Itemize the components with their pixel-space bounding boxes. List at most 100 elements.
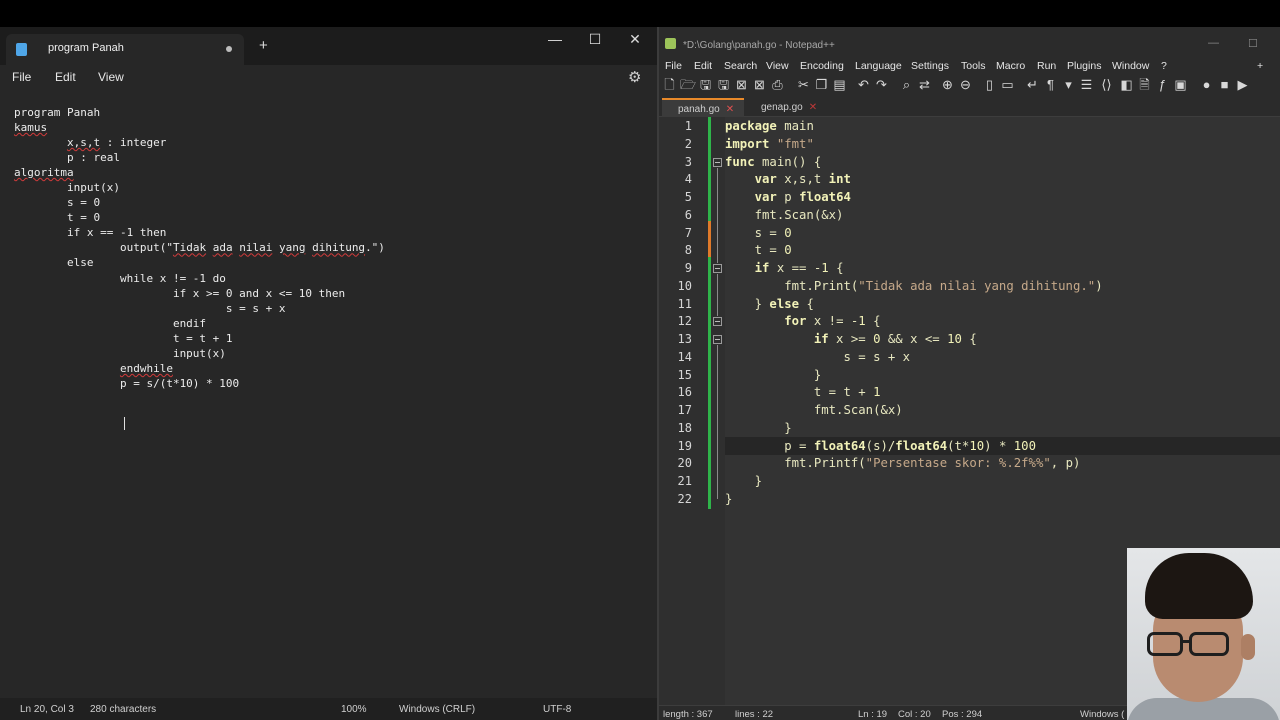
- copy-icon[interactable]: ❐: [814, 77, 829, 93]
- fold-func-icon[interactable]: [713, 158, 722, 167]
- menu-tools[interactable]: Tools: [961, 60, 986, 72]
- close-file-icon[interactable]: ⊠: [734, 77, 749, 93]
- code-line: t = t + 1: [725, 385, 881, 400]
- code-line: fmt.Scan(&x): [725, 207, 844, 222]
- stop-macro-icon[interactable]: ■: [1217, 77, 1232, 93]
- map-icon[interactable]: ◧: [1119, 77, 1134, 93]
- code-line: t = 0: [725, 243, 792, 258]
- menu-help[interactable]: ?: [1161, 60, 1167, 72]
- find-icon[interactable]: ⌕: [899, 77, 914, 93]
- code-line: s = s + x: [725, 349, 911, 364]
- play-macro-icon[interactable]: ▶: [1235, 77, 1250, 93]
- menu-window[interactable]: Window: [1112, 60, 1149, 72]
- close-all-icon[interactable]: ⊠: [752, 77, 767, 93]
- menu-language[interactable]: Language: [855, 60, 902, 72]
- menu-view[interactable]: View: [766, 60, 789, 72]
- menu-search[interactable]: Search: [724, 60, 757, 72]
- menu-settings[interactable]: Settings: [911, 60, 949, 72]
- notepad-text-content[interactable]: program Panah kamus x,s,t : integer p : …: [14, 105, 385, 391]
- save-icon[interactable]: 🖫: [698, 77, 713, 93]
- code-line: var p float64: [754, 190, 851, 204]
- zoom-out-icon[interactable]: ⊖: [958, 77, 973, 93]
- status-characters: 280 characters: [90, 704, 157, 715]
- tab-genap-go[interactable]: genap.go ✕: [747, 98, 829, 117]
- minimize-icon[interactable]: —: [545, 31, 565, 47]
- menu-macro[interactable]: Macro: [996, 60, 1025, 72]
- notepad-line: p : real: [14, 151, 120, 165]
- menu-file[interactable]: File: [12, 70, 31, 84]
- notepad-tab-title: program Panah: [48, 42, 124, 54]
- save-all-icon[interactable]: 🖫: [716, 77, 731, 93]
- settings-gear-icon[interactable]: ⚙: [628, 68, 641, 86]
- notepadpp-app-icon: [665, 38, 676, 49]
- replace-icon[interactable]: ⇄: [917, 77, 932, 93]
- code-line: if x >= 0 && x <= 10 {: [813, 332, 977, 346]
- close-tab-icon[interactable]: ✕: [809, 102, 817, 113]
- indent-guide-icon[interactable]: ▾: [1061, 77, 1076, 93]
- line-number: 16: [677, 385, 692, 400]
- fold-for-icon[interactable]: [713, 317, 722, 326]
- go-source-code[interactable]: package main import "fmt" func main() { …: [725, 118, 1103, 509]
- notepad-line: while x != -1 do: [14, 271, 226, 285]
- line-number: 9: [684, 261, 692, 275]
- menu-edit[interactable]: Edit: [694, 60, 712, 72]
- undo-icon[interactable]: ↶: [856, 77, 871, 93]
- menu-edit[interactable]: Edit: [55, 70, 76, 84]
- line-number: 8: [684, 243, 692, 258]
- notepad-app-icon: [16, 43, 27, 56]
- menu-plugins[interactable]: Plugins: [1067, 60, 1101, 72]
- menu-view[interactable]: View: [98, 70, 124, 84]
- zoom-in-icon[interactable]: ⊕: [940, 77, 955, 93]
- change-history-bar-unsaved: [708, 221, 711, 257]
- notepad-line: x,s,t : integer: [66, 136, 167, 150]
- menu-encoding[interactable]: Encoding: [800, 60, 844, 72]
- notepad-tab[interactable]: program Panah: [6, 34, 244, 65]
- show-all-chars-icon[interactable]: ¶: [1043, 77, 1058, 93]
- list-icon[interactable]: ☰: [1079, 77, 1094, 93]
- open-folder-icon[interactable]: 🗁: [680, 77, 696, 93]
- notepadpp-menu-bar: File Edit Search View Encoding Language …: [659, 57, 1280, 75]
- line-number: 20: [677, 456, 692, 471]
- function-list-icon[interactable]: ƒ: [1155, 77, 1170, 93]
- close-tab-icon[interactable]: ✕: [726, 104, 734, 115]
- line-number: 5: [684, 190, 692, 204]
- text-caret: [124, 417, 125, 430]
- tab-panah-go[interactable]: panah.go ✕: [662, 98, 744, 117]
- document-icon[interactable]: 🗎: [1137, 77, 1152, 93]
- change-history-bar: [708, 257, 711, 509]
- folder-workspace-icon[interactable]: ▣: [1173, 77, 1188, 93]
- notepadpp-toolbar: 🗋 🗁 🖫 🖫 ⊠ ⊠ ⎙ ✂ ❐ ▤ ↶ ↷ ⌕ ⇄ ⊕ ⊖ ▯ ▭ ↵ ¶ …: [659, 75, 1280, 95]
- code-icon[interactable]: ⟨⟩: [1099, 77, 1114, 93]
- notepad-line: input(x): [14, 181, 120, 195]
- code-line: s = 0: [725, 225, 792, 240]
- sync-horizontal-icon[interactable]: ▭: [1000, 77, 1015, 93]
- add-tab-plus-icon[interactable]: +: [1257, 60, 1263, 72]
- close-icon[interactable]: ✕: [625, 31, 645, 48]
- word-wrap-icon[interactable]: ↵: [1025, 77, 1040, 93]
- cut-icon[interactable]: ✂: [796, 77, 811, 93]
- menu-run[interactable]: Run: [1037, 60, 1056, 72]
- webcam-overlay: [1127, 548, 1280, 720]
- new-file-icon[interactable]: 🗋: [662, 77, 677, 93]
- line-numbers: 1 2 3 4 5 6 7 8 9 10 11 12 13 14 15 16 17 18 19 20 21 22: [659, 117, 692, 509]
- menu-file[interactable]: File: [665, 60, 682, 72]
- line-number: 1: [684, 119, 692, 133]
- fold-if-icon[interactable]: [713, 264, 722, 273]
- notepad-line: program Panah: [14, 106, 101, 119]
- maximize-icon[interactable]: ☐: [585, 31, 605, 48]
- redo-icon[interactable]: ↷: [874, 77, 889, 93]
- fold-inner-if-icon[interactable]: [713, 335, 722, 344]
- unsaved-dot-icon[interactable]: [226, 46, 232, 52]
- notepad-editor[interactable]: program Panah kamus x,s,t : integer p : …: [0, 91, 657, 698]
- notepad-line: algoritma: [14, 166, 74, 180]
- record-macro-icon[interactable]: ●: [1199, 77, 1214, 93]
- sync-vertical-icon[interactable]: ▯: [982, 77, 997, 93]
- maximize-icon[interactable]: ☐: [1248, 37, 1258, 50]
- paste-icon[interactable]: ▤: [832, 77, 847, 93]
- new-tab-plus-icon[interactable]: +: [259, 37, 268, 54]
- minimize-icon[interactable]: —: [1208, 37, 1219, 49]
- notepad-tab-bar: program Panah + — ☐ ✕: [0, 27, 657, 65]
- notepadpp-file-tabs: panah.go ✕ genap.go ✕: [659, 98, 1280, 117]
- line-number: 13: [677, 332, 692, 346]
- print-icon[interactable]: ⎙: [770, 77, 785, 93]
